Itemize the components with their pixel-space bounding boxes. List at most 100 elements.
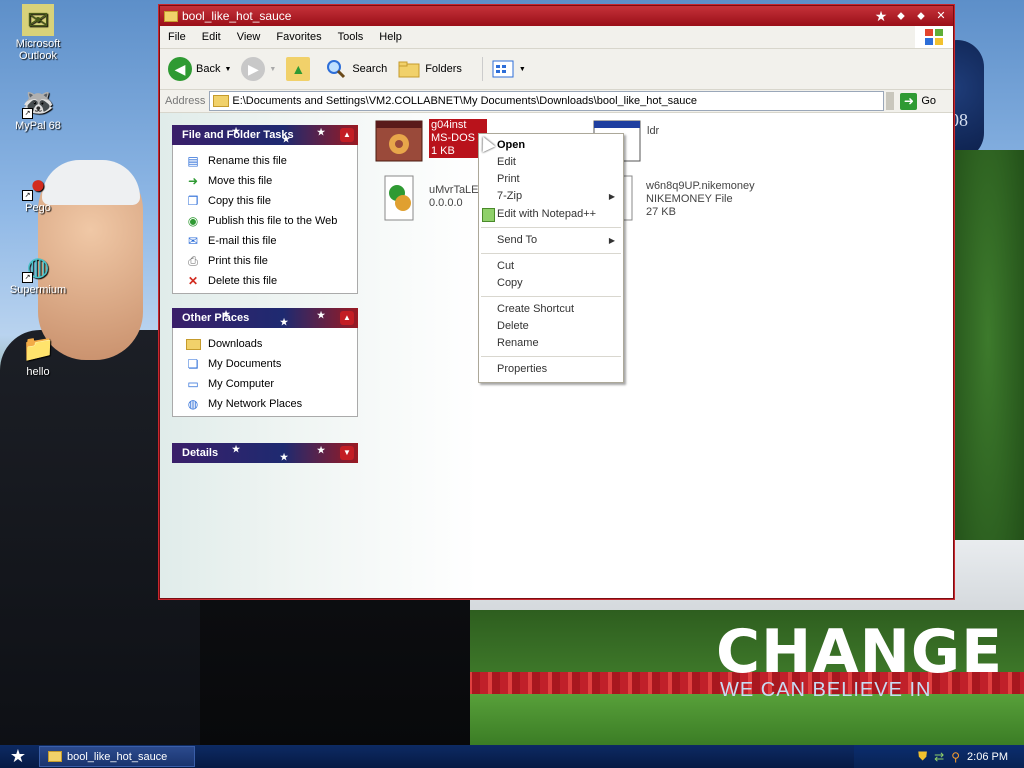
task-label: Print this file: [208, 255, 268, 267]
file-name: w6n8q9UP.nikemoney: [646, 180, 755, 192]
menu-view[interactable]: View: [229, 31, 269, 43]
address-input[interactable]: E:\Documents and Settings\VM2.COLLABNET\…: [209, 91, 885, 111]
dropdown-arrow-icon: ▼: [269, 65, 277, 73]
desktop-icon-pego[interactable]: ● ↗ Pego: [0, 168, 78, 214]
other-places-panel: ★ ★ ★ Other Places ▲ Downloads ❏ My Docum…: [172, 308, 358, 417]
menu-cut[interactable]: Cut: [479, 258, 623, 275]
maximize-button[interactable]: ⬥: [913, 9, 929, 24]
menu-create-shortcut[interactable]: Create Shortcut: [479, 301, 623, 318]
place-label: My Computer: [208, 378, 275, 390]
menu-delete[interactable]: Delete: [479, 318, 623, 335]
menu-separator: [481, 253, 621, 254]
address-bar: Address E:\Documents and Settings\VM2.CO…: [160, 90, 953, 113]
network-icon: ◍: [187, 397, 199, 411]
dos-program-icon: [375, 119, 423, 163]
place-my-documents[interactable]: ❏ My Documents: [173, 354, 357, 374]
menu-file[interactable]: File: [160, 31, 194, 43]
file-tasks-title: File and Folder Tasks: [182, 129, 294, 141]
forward-arrow-icon: ▶: [241, 57, 266, 81]
task-delete[interactable]: ✕ Delete this file: [173, 271, 357, 291]
star-icon: ★: [280, 317, 289, 327]
place-network[interactable]: ◍ My Network Places: [173, 394, 357, 414]
menu-edit-notepad[interactable]: Edit with Notepad++: [479, 206, 623, 223]
star-icon: ★: [232, 444, 241, 454]
file-tasks-header[interactable]: ★ ★ ★ File and Folder Tasks ▲: [172, 125, 358, 145]
task-email[interactable]: ✉ E-mail this file: [173, 231, 357, 251]
menu-7zip[interactable]: 7-Zip ▶: [479, 188, 623, 205]
file-version: 0.0.0.0: [429, 197, 463, 209]
menu-properties[interactable]: Properties: [479, 361, 623, 378]
task-copy[interactable]: ❐ Copy this file: [173, 191, 357, 211]
shortcut-arrow-icon: ↗: [22, 190, 33, 201]
menu-send-to[interactable]: Send To ▶: [479, 232, 623, 249]
up-folder-button[interactable]: ▲: [286, 57, 311, 81]
shortcut-arrow-icon: ↗: [22, 108, 33, 119]
network-status-icon[interactable]: ⇄: [934, 750, 944, 764]
desktop-icon-label: Pego: [25, 202, 51, 214]
collapse-chevron-icon[interactable]: ▲: [340, 128, 354, 142]
close-button[interactable]: ✕: [933, 9, 949, 24]
minimize-button[interactable]: ⬥: [893, 9, 909, 24]
task-print[interactable]: ⎙ Print this file: [173, 251, 357, 271]
menu-tools[interactable]: Tools: [330, 31, 372, 43]
task-label: Rename this file: [208, 155, 287, 167]
search-tray-icon[interactable]: ⚲: [951, 750, 960, 764]
folder-icon: [185, 336, 201, 352]
address-dropdown-button[interactable]: [886, 92, 895, 110]
folders-button[interactable]: Folders: [397, 57, 462, 81]
menu-help[interactable]: Help: [371, 31, 410, 43]
place-downloads[interactable]: Downloads: [173, 334, 357, 354]
go-button[interactable]: ➜ Go: [900, 92, 936, 110]
search-button[interactable]: Search: [324, 57, 387, 81]
address-label: Address: [165, 95, 206, 107]
desktop-icon-outlook[interactable]: ✉ Microsoft Outlook: [0, 4, 78, 62]
task-label: E-mail this file: [208, 235, 277, 247]
menu-edit[interactable]: Edit: [194, 31, 229, 43]
desktop-icon-hello[interactable]: 📁 hello: [0, 332, 78, 378]
email-icon: ✉: [187, 234, 199, 248]
taskbar-window-button[interactable]: bool_like_hot_sauce: [39, 746, 195, 767]
menu-label: 7-Zip: [497, 190, 523, 202]
title-bar[interactable]: bool_like_hot_sauce ★ ⬥ ⬥ ✕: [160, 6, 953, 26]
context-menu: Open Edit Print 7-Zip ▶ Edit with Notepad…: [478, 133, 624, 383]
file-item-umvrtale[interactable]: uMvrTaLE 0.0.0.0: [375, 175, 479, 221]
collapse-chevron-icon[interactable]: ▲: [340, 311, 354, 325]
other-places-header[interactable]: ★ ★ ★ Other Places ▲: [172, 308, 358, 328]
desktop-icon-mypal[interactable]: 🦝 ↗ MyPal 68: [0, 86, 78, 132]
desktop-icon-label: hello: [26, 366, 50, 378]
place-label: My Documents: [208, 358, 282, 370]
details-header[interactable]: ★ ★ ★ Details ▼: [172, 443, 358, 463]
back-button[interactable]: ◀ Back ▼: [168, 57, 231, 81]
task-publish[interactable]: ◉ Publish this file to the Web: [173, 211, 357, 231]
dropdown-arrow-icon: ▼: [224, 65, 232, 73]
dll-gear-icon: [375, 175, 423, 221]
menu-favorites[interactable]: Favorites: [268, 31, 329, 43]
file-name: ldr: [647, 125, 660, 137]
other-places-title: Other Places: [182, 312, 250, 324]
expand-chevron-icon[interactable]: ▼: [340, 446, 354, 460]
desktop-icon-supermium[interactable]: ◍ ↗ Supermium: [0, 250, 78, 296]
task-move[interactable]: ➜ Move this file: [173, 171, 357, 191]
start-button[interactable]: ★: [0, 745, 36, 768]
file-item-g04inst[interactable]: g04inst MS-DOS B 1 KB: [375, 119, 488, 163]
menu-edit[interactable]: Edit: [479, 154, 623, 171]
menu-copy[interactable]: Copy: [479, 275, 623, 292]
star-icon: ★: [317, 445, 326, 455]
forward-button[interactable]: ▶ ▼: [241, 57, 276, 81]
desktop-icon-label: Microsoft Outlook: [15, 38, 61, 62]
taskbar: ★ bool_like_hot_sauce ⛊ ⇄ ⚲ 2:06 PM: [0, 745, 1024, 768]
place-label: My Network Places: [208, 398, 303, 410]
system-tray: ⛊ ⇄ ⚲ 2:06 PM: [854, 745, 1024, 768]
shield-icon[interactable]: ⛊: [918, 749, 927, 764]
menu-rename[interactable]: Rename: [479, 335, 623, 352]
star-icon: ★: [317, 310, 326, 320]
clock[interactable]: 2:06 PM: [967, 751, 1008, 763]
views-button[interactable]: ▼: [481, 57, 526, 81]
place-my-computer[interactable]: ▭ My Computer: [173, 374, 357, 394]
menu-open[interactable]: Open: [479, 137, 623, 154]
folder-icon: [48, 751, 62, 762]
dropdown-arrow-icon: ▼: [518, 65, 526, 73]
menu-print[interactable]: Print: [479, 171, 623, 188]
menu-separator: [481, 296, 621, 297]
task-rename[interactable]: ▤ Rename this file: [173, 151, 357, 171]
